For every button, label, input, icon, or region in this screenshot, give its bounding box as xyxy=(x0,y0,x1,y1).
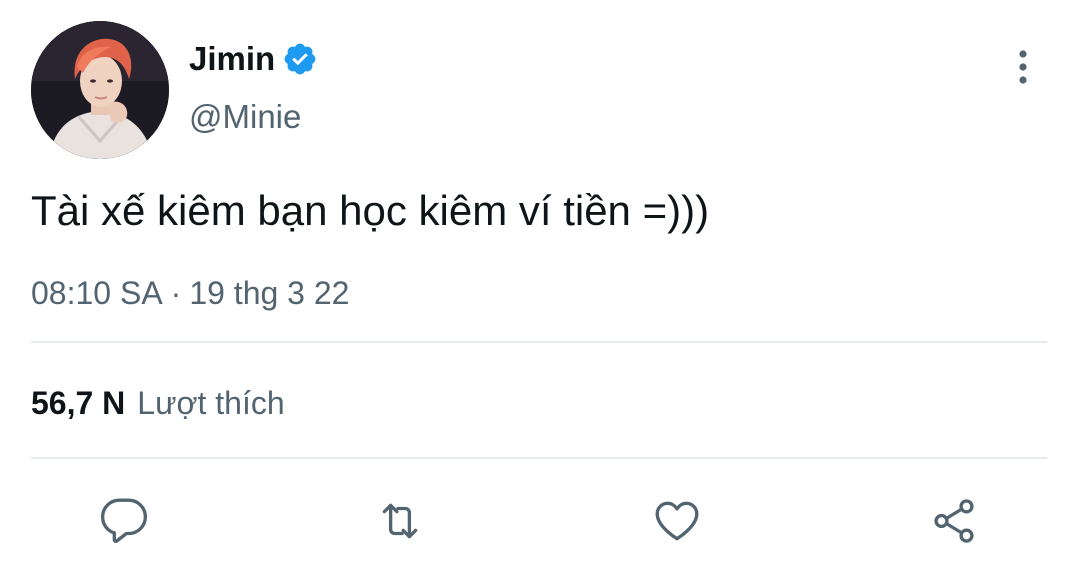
heart-icon xyxy=(655,501,699,541)
divider xyxy=(31,457,1047,459)
reply-icon xyxy=(100,498,148,543)
tweet-date: 19 thg 3 22 xyxy=(189,275,350,311)
avatar-image xyxy=(31,21,169,159)
verified-badge-icon xyxy=(282,41,318,77)
reply-button[interactable] xyxy=(97,494,151,548)
like-button[interactable] xyxy=(650,494,704,548)
avatar[interactable] xyxy=(31,21,169,159)
likes-stat[interactable]: 56,7 N Lượt thích xyxy=(31,382,285,424)
author-name-row: Jimin xyxy=(189,38,318,80)
tweet-time: 08:10 SA xyxy=(31,275,163,311)
author-handle[interactable]: @Minie xyxy=(189,96,301,138)
retweet-button[interactable] xyxy=(373,494,427,548)
likes-label: Lượt thích xyxy=(137,385,285,421)
timestamp-separator: · xyxy=(170,275,182,311)
share-button[interactable] xyxy=(927,494,981,548)
more-vertical-icon[interactable] xyxy=(1008,48,1038,86)
timestamp[interactable]: 08:10 SA · 19 thg 3 22 xyxy=(31,272,349,314)
retweet-icon xyxy=(382,503,418,539)
likes-count: 56,7 N xyxy=(31,385,126,421)
divider xyxy=(31,341,1047,343)
share-icon xyxy=(934,499,974,543)
tweet-card: Jimin @Minie Tài xế kiêm bạn học kiêm ví… xyxy=(0,0,1080,574)
tweet-text: Tài xế kiêm bạn học kiêm ví tiền =))) xyxy=(31,187,710,234)
display-name[interactable]: Jimin xyxy=(189,38,275,80)
